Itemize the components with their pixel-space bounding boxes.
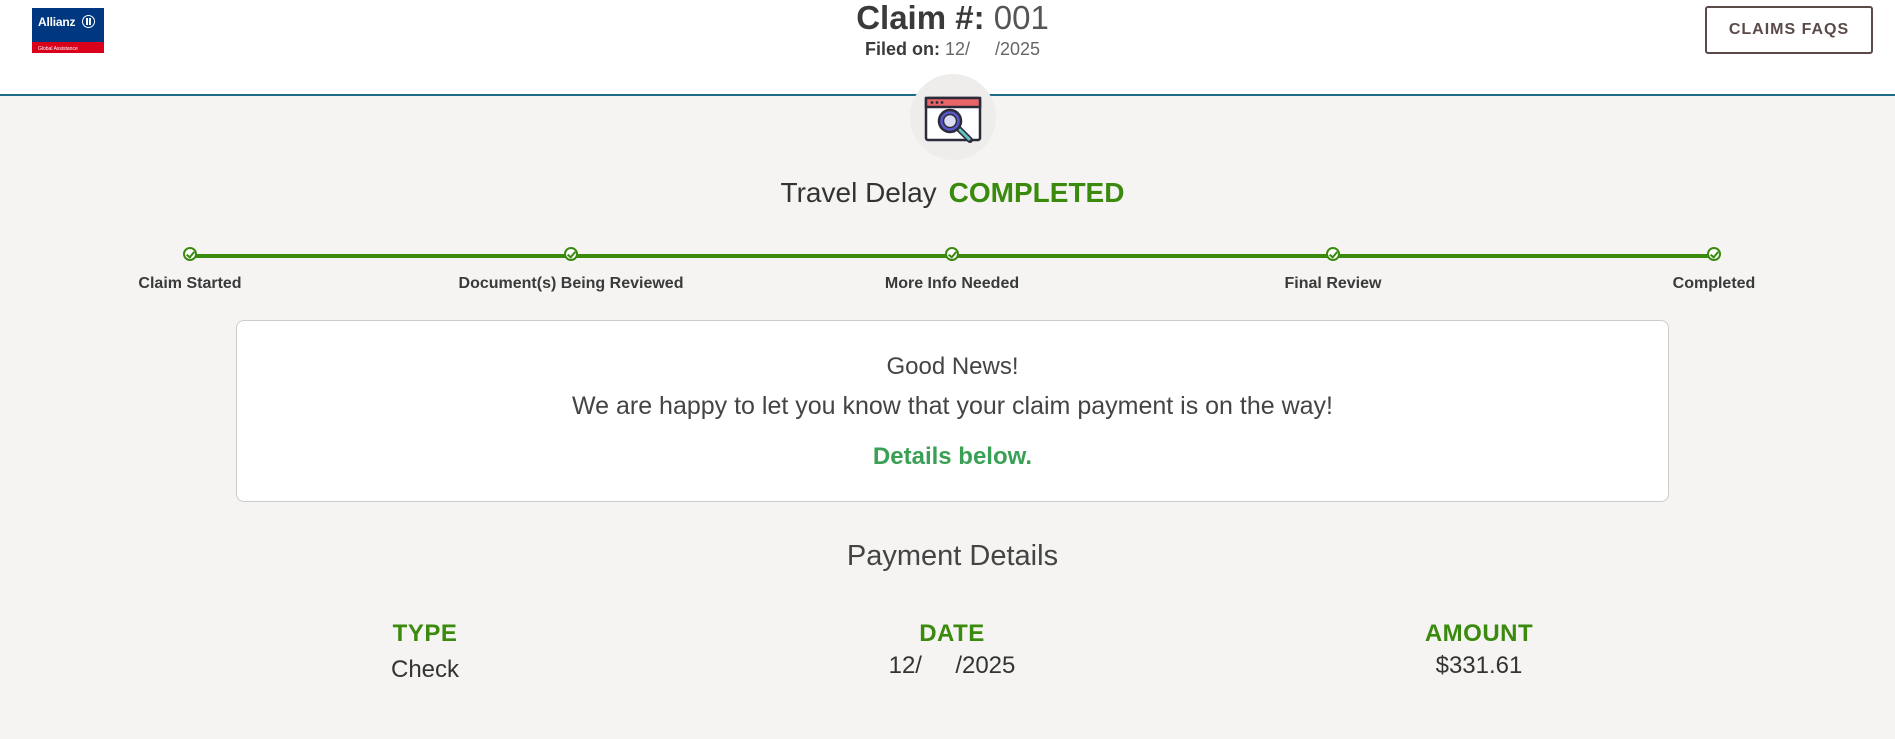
payment-amount-label: AMOUNT xyxy=(1424,620,1534,647)
payment-type-label: TYPE xyxy=(392,620,458,647)
check-circle-icon xyxy=(1326,247,1340,261)
check-circle-icon xyxy=(945,247,959,261)
check-circle-icon xyxy=(183,247,197,261)
progress-step-more-info-needed: More Info Needed xyxy=(822,245,1082,293)
payment-type-value: Check xyxy=(390,656,460,683)
hero-icon-circle xyxy=(910,74,996,160)
progress-step-label: Document(s) Being Reviewed xyxy=(458,275,684,292)
payment-type: TYPE Check xyxy=(275,620,575,684)
progress-step-label: Completed xyxy=(1672,275,1756,292)
progress-step-claim-started: Claim Started xyxy=(60,245,320,293)
payment-amount: AMOUNT $331.61 xyxy=(1329,620,1629,680)
payment-date: DATE 12/ /2025 xyxy=(802,620,1102,680)
claims-faqs-button[interactable]: CLAIMS FAQS xyxy=(1705,6,1873,54)
payment-date-label: DATE xyxy=(919,620,985,647)
progress-step-label: Final Review xyxy=(1284,275,1382,292)
browser-magnifier-icon xyxy=(924,96,982,143)
claim-type: Travel Delay xyxy=(780,177,937,208)
progress-step-label: Claim Started xyxy=(138,275,242,292)
claim-status-line: Travel Delay COMPLETED xyxy=(0,177,1895,209)
message-body: We are happy to let you know that your c… xyxy=(571,392,1334,420)
progress-tracker: Claim Started Document(s) Being Reviewed… xyxy=(0,245,1895,295)
check-circle-icon xyxy=(564,247,578,261)
filed-on-label: Filed on: xyxy=(864,39,940,59)
progress-step-completed: Completed xyxy=(1584,245,1844,293)
message-headline: Good News! xyxy=(886,353,1019,380)
progress-step-label: More Info Needed xyxy=(884,275,1020,292)
payment-date-value: 12/ /2025 xyxy=(888,652,1016,679)
check-circle-icon xyxy=(1707,247,1721,261)
claim-status-badge: COMPLETED xyxy=(948,177,1125,208)
payment-amount-value: $331.61 xyxy=(1435,652,1523,679)
good-news-card: Good News! We are happy to let you know … xyxy=(236,320,1669,502)
claim-title: Claim #: 001 xyxy=(0,0,1895,36)
claim-number-label: Claim #: xyxy=(856,0,985,36)
filed-on-value: 12/ /2025 xyxy=(944,39,1041,59)
filed-on: Filed on: 12/ /2025 xyxy=(0,39,1895,60)
claim-number-value: 001 xyxy=(993,0,1049,36)
payment-details-title: Payment Details xyxy=(846,540,1059,572)
progress-step-documents-being-reviewed: Document(s) Being Reviewed xyxy=(441,245,701,293)
progress-step-final-review: Final Review xyxy=(1203,245,1463,293)
message-details: Details below. xyxy=(872,443,1033,470)
